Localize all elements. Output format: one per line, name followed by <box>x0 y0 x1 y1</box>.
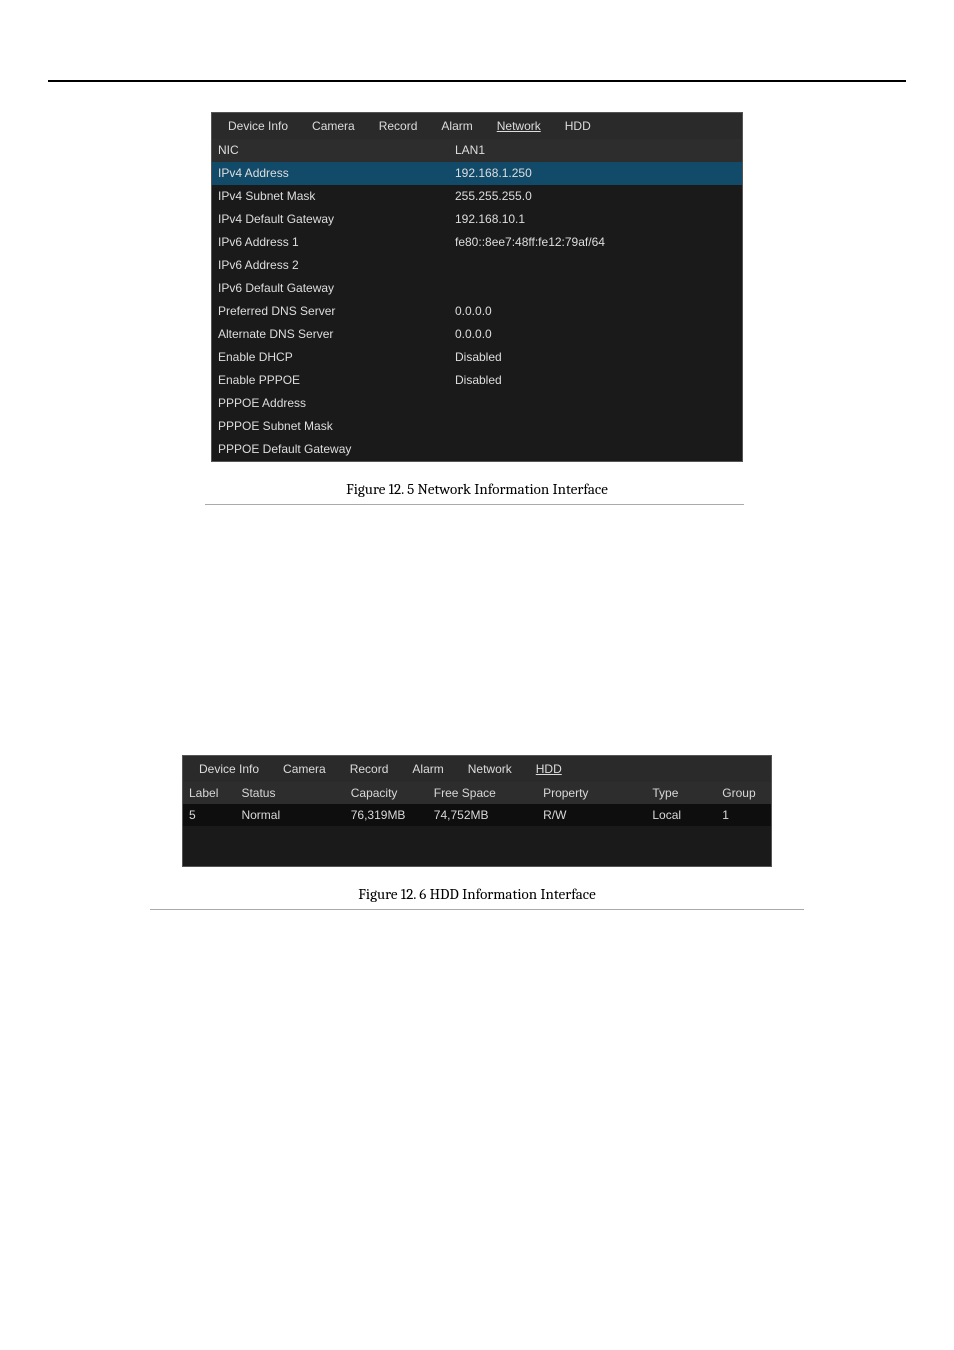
network-row-key: Enable DHCP <box>212 346 449 369</box>
network-row-value: Disabled <box>449 346 742 369</box>
network-row-key: IPv4 Address <box>212 162 449 185</box>
tab-hdd[interactable]: HDD <box>553 113 603 139</box>
network-row-key: PPPOE Default Gateway <box>212 438 449 461</box>
network-row[interactable]: IPv4 Subnet Mask255.255.255.0 <box>212 185 742 208</box>
network-row-key: Enable PPPOE <box>212 369 449 392</box>
network-row[interactable]: IPv4 Address192.168.1.250 <box>212 162 742 185</box>
network-row-value <box>449 415 742 438</box>
network-row-key: Alternate DNS Server <box>212 323 449 346</box>
page-top-divider <box>48 80 906 82</box>
hdd-cell-free-space: 74,752MB <box>428 804 537 826</box>
hdd-cell-property: R/W <box>537 804 646 826</box>
network-row[interactable]: Enable DHCPDisabled <box>212 346 742 369</box>
hdd-cell-capacity: 76,319MB <box>345 804 428 826</box>
tab-hdd[interactable]: HDD <box>524 756 574 782</box>
network-row-key: PPPOE Subnet Mask <box>212 415 449 438</box>
tab-device-info[interactable]: Device Info <box>187 756 271 782</box>
hdd-spacer-row <box>183 826 771 866</box>
network-row-key: IPv6 Default Gateway <box>212 277 449 300</box>
network-row-value: 192.168.1.250 <box>449 162 742 185</box>
network-row-value: 255.255.255.0 <box>449 185 742 208</box>
figure-12-6-caption: Figure 12. 6 HDD Information Interface <box>0 885 954 903</box>
network-row[interactable]: PPPOE Subnet Mask <box>212 415 742 438</box>
hdd-cell-group: 1 <box>716 804 771 826</box>
hdd-cell-label: 5 <box>183 804 235 826</box>
network-row-key: IPv4 Subnet Mask <box>212 185 449 208</box>
hdd-header-group: Group <box>716 782 771 804</box>
hdd-header-capacity: Capacity <box>345 782 428 804</box>
hdd-data-row[interactable]: 5 Normal 76,319MB 74,752MB R/W Local 1 <box>183 804 771 826</box>
tab-record[interactable]: Record <box>338 756 401 782</box>
network-info-panel: Device Info Camera Record Alarm Network … <box>211 112 743 462</box>
tab-camera[interactable]: Camera <box>300 113 367 139</box>
network-row-value: 0.0.0.0 <box>449 323 742 346</box>
network-row-key: IPv4 Default Gateway <box>212 208 449 231</box>
network-row-value: LAN1 <box>449 139 742 162</box>
tab-network[interactable]: Network <box>485 113 553 139</box>
network-row-key: NIC <box>212 139 449 162</box>
hdd-header-free-space: Free Space <box>428 782 537 804</box>
hdd-header-label: Label <box>183 782 235 804</box>
hdd-header-type: Type <box>646 782 716 804</box>
tab-alarm[interactable]: Alarm <box>400 756 455 782</box>
network-row[interactable]: IPv6 Address 1fe80::8ee7:48ff:fe12:79af/… <box>212 231 742 254</box>
network-row[interactable]: IPv4 Default Gateway192.168.10.1 <box>212 208 742 231</box>
network-row[interactable]: PPPOE Address <box>212 392 742 415</box>
network-row-key: Preferred DNS Server <box>212 300 449 323</box>
network-row-value: 0.0.0.0 <box>449 300 742 323</box>
network-row-value <box>449 254 742 277</box>
network-row-value <box>449 277 742 300</box>
tab-record[interactable]: Record <box>367 113 430 139</box>
network-row-value: Disabled <box>449 369 742 392</box>
network-row-value <box>449 438 742 461</box>
network-row[interactable]: IPv6 Address 2 <box>212 254 742 277</box>
figure-12-5-caption: Figure 12. 5 Network Information Interfa… <box>0 480 954 498</box>
section-divider <box>205 504 744 505</box>
network-row-key: IPv6 Address 1 <box>212 231 449 254</box>
hdd-header-status: Status <box>235 782 344 804</box>
tabbar-hdd: Device Info Camera Record Alarm Network … <box>183 756 771 782</box>
network-row-value: fe80::8ee7:48ff:fe12:79af/64 <box>449 231 742 254</box>
hdd-cell-type: Local <box>646 804 716 826</box>
tab-network[interactable]: Network <box>456 756 524 782</box>
hdd-header-row: Label Status Capacity Free Space Propert… <box>183 782 771 804</box>
tab-camera[interactable]: Camera <box>271 756 338 782</box>
tabbar-network: Device Info Camera Record Alarm Network … <box>212 113 742 139</box>
network-kv-list: NICLAN1IPv4 Address192.168.1.250IPv4 Sub… <box>212 139 742 461</box>
hdd-table: Label Status Capacity Free Space Propert… <box>183 782 771 866</box>
section-divider <box>150 909 804 910</box>
tab-alarm[interactable]: Alarm <box>429 113 484 139</box>
network-row[interactable]: NICLAN1 <box>212 139 742 162</box>
network-row-key: IPv6 Address 2 <box>212 254 449 277</box>
network-row-value <box>449 392 742 415</box>
network-row[interactable]: Enable PPPOEDisabled <box>212 369 742 392</box>
hdd-cell-status: Normal <box>235 804 344 826</box>
tab-device-info[interactable]: Device Info <box>216 113 300 139</box>
hdd-header-property: Property <box>537 782 646 804</box>
network-row-value: 192.168.10.1 <box>449 208 742 231</box>
network-row[interactable]: Alternate DNS Server0.0.0.0 <box>212 323 742 346</box>
network-row[interactable]: PPPOE Default Gateway <box>212 438 742 461</box>
network-row-key: PPPOE Address <box>212 392 449 415</box>
network-row[interactable]: IPv6 Default Gateway <box>212 277 742 300</box>
network-row[interactable]: Preferred DNS Server0.0.0.0 <box>212 300 742 323</box>
hdd-info-panel: Device Info Camera Record Alarm Network … <box>182 755 772 867</box>
